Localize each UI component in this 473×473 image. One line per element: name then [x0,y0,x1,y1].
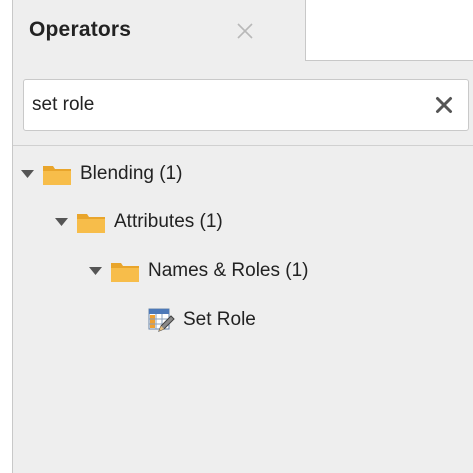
close-icon[interactable] [231,17,259,45]
search-input[interactable] [32,88,412,122]
tree-node-blending[interactable]: Blending (1) [21,159,182,189]
tab-bar-empty-area [305,0,473,61]
tree-node-label: Blending (1) [80,163,183,184]
tree-node-attributes[interactable]: Attributes (1) [55,207,223,237]
folder-icon [77,214,105,233]
search-box[interactable] [23,79,469,131]
caret-down-icon[interactable] [55,217,68,227]
tree-node-set-role[interactable]: Set Role [147,305,256,335]
caret-down-icon[interactable] [21,169,34,179]
operators-panel: Operators Blending (1) [12,0,473,473]
tree-node-names-roles[interactable]: Names & Roles (1) [89,256,309,286]
tab-title: Operators [29,18,132,41]
caret-down-icon[interactable] [89,266,102,276]
folder-icon [43,166,71,185]
tree-divider [13,145,473,146]
set-role-operator-icon [148,308,175,332]
panel-tab-bar: Operators [13,0,473,62]
tab-operators[interactable]: Operators [13,0,305,62]
tree-node-label: Names & Roles (1) [148,260,309,281]
tree-node-label: Attributes (1) [114,211,223,232]
folder-icon [111,263,139,282]
tree-node-label: Set Role [183,309,256,330]
clear-icon[interactable] [432,93,456,117]
